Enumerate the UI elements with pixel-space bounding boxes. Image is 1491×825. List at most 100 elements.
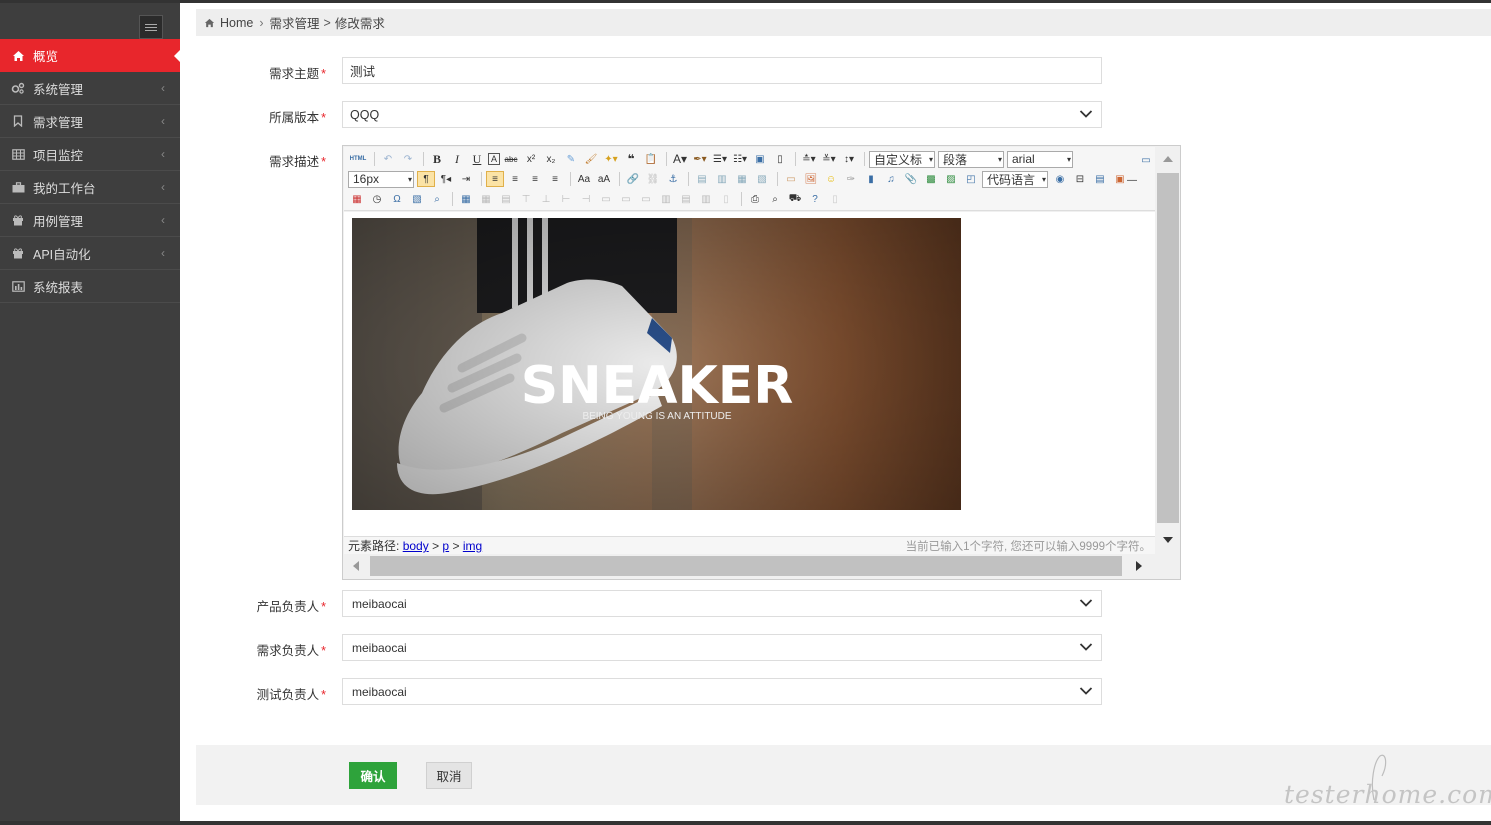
underline-button[interactable]: U bbox=[468, 151, 486, 167]
map-icon[interactable]: ▩ bbox=[922, 171, 940, 187]
font-family-select[interactable]: arial bbox=[1007, 150, 1073, 168]
select-all-icon[interactable]: ▣ bbox=[751, 151, 769, 167]
blockquote-icon[interactable]: ❝ bbox=[622, 151, 640, 167]
insert-col-icon[interactable]: ⊢ bbox=[557, 191, 575, 207]
time-icon[interactable]: ◷ bbox=[368, 191, 386, 207]
split-rows-icon[interactable]: ▤ bbox=[677, 191, 695, 207]
clear-format-icon[interactable]: 🖌 bbox=[582, 151, 600, 167]
attachment-icon[interactable]: 📎 bbox=[902, 171, 920, 187]
page-break-icon[interactable]: ⊟ bbox=[1071, 171, 1089, 187]
font-color-icon[interactable]: A▾ bbox=[671, 151, 689, 167]
sidebar-toggle-button[interactable] bbox=[139, 15, 163, 39]
merge-right-icon[interactable]: ▭ bbox=[617, 191, 635, 207]
sneaker-image[interactable]: SNEAKER BEING YOUNG IS AN ATTITUDE bbox=[352, 218, 961, 510]
insert-frame-icon[interactable]: ◰ bbox=[962, 171, 980, 187]
test-owner-select[interactable]: meibaocai bbox=[342, 678, 1102, 705]
scroll-left-icon[interactable] bbox=[352, 560, 360, 572]
spell-check-icon[interactable]: ▯ bbox=[826, 191, 844, 207]
scroll-right-icon[interactable] bbox=[1135, 560, 1143, 572]
gmap-icon[interactable]: ▨ bbox=[942, 171, 960, 187]
chart-icon[interactable]: ▯ bbox=[717, 191, 735, 207]
font-size-select[interactable]: 16px bbox=[348, 170, 414, 188]
align-center-icon[interactable]: ≡ bbox=[506, 171, 524, 187]
delete-col-icon[interactable]: ⊣ bbox=[577, 191, 595, 207]
requirement-owner-select[interactable]: meibaocai bbox=[342, 634, 1102, 661]
horizontal-rule-icon[interactable]: — bbox=[1123, 172, 1141, 188]
split-cells-icon[interactable]: ▥ bbox=[657, 191, 675, 207]
version-select[interactable]: QQQ bbox=[342, 101, 1102, 128]
auto-format-icon[interactable]: ✦▾ bbox=[602, 151, 620, 167]
background-color-icon[interactable]: ✒▾ bbox=[691, 151, 709, 167]
scroll-up-icon[interactable] bbox=[1162, 155, 1174, 163]
print-icon[interactable]: ⎙ bbox=[746, 191, 764, 207]
strikethrough-icon[interactable]: abc bbox=[502, 151, 520, 167]
row-spacing-bottom-icon[interactable]: ≚▾ bbox=[820, 151, 838, 167]
merge-cells-icon[interactable]: ▭ bbox=[597, 191, 615, 207]
italic-button[interactable]: I bbox=[448, 151, 466, 167]
emotion-icon[interactable]: ☺ bbox=[822, 171, 840, 187]
sidebar-item-overview[interactable]: 概览 bbox=[0, 39, 181, 72]
search-replace-icon[interactable]: ⌕ bbox=[428, 191, 446, 207]
ltr-direction-icon[interactable]: ¶ bbox=[417, 171, 435, 187]
font-border-icon[interactable]: A bbox=[488, 153, 500, 165]
clear-doc-icon[interactable]: ▯ bbox=[771, 151, 789, 167]
paragraph-format-select[interactable]: 段落 bbox=[938, 150, 1004, 168]
drafts-icon[interactable]: ⛟ bbox=[786, 191, 804, 207]
unlink-icon[interactable]: ⛓ bbox=[644, 171, 662, 187]
scrawl-icon[interactable]: ✑ bbox=[842, 171, 860, 187]
subscript-icon[interactable]: x₂ bbox=[542, 151, 560, 167]
to-lowercase-icon[interactable]: aA bbox=[595, 171, 613, 187]
help-icon[interactable]: ? bbox=[806, 191, 824, 207]
rtl-direction-icon[interactable]: ¶◂ bbox=[437, 171, 455, 187]
special-chars-icon[interactable]: Ω bbox=[388, 191, 406, 207]
indent-icon[interactable]: ⇥ bbox=[457, 171, 475, 187]
preview-icon[interactable]: ⌕ bbox=[766, 191, 784, 207]
sidebar-item-api-automation[interactable]: API自动化 ‹ bbox=[0, 237, 180, 270]
html-source-button[interactable]: HTML bbox=[348, 151, 368, 167]
image-right-icon[interactable]: ▦ bbox=[733, 171, 751, 187]
title-input[interactable] bbox=[342, 57, 1102, 84]
simple-upload-icon[interactable]: ▭ bbox=[782, 171, 800, 187]
split-cols-icon[interactable]: ▥ bbox=[697, 191, 715, 207]
word-image-icon[interactable]: ▧ bbox=[408, 191, 426, 207]
line-height-icon[interactable]: ↕▾ bbox=[840, 151, 858, 167]
align-right-icon[interactable]: ≡ bbox=[526, 171, 544, 187]
horizontal-scroll-thumb[interactable] bbox=[370, 556, 1122, 576]
music-icon[interactable]: ♫ bbox=[882, 171, 900, 187]
vertical-scrollbar[interactable] bbox=[1156, 147, 1180, 553]
row-spacing-top-icon[interactable]: ≛▾ bbox=[800, 151, 818, 167]
date-icon[interactable]: ▦ bbox=[348, 191, 366, 207]
unordered-list-icon[interactable]: ☷▾ bbox=[731, 151, 749, 167]
horizontal-scrollbar[interactable] bbox=[344, 554, 1155, 578]
vertical-scroll-thumb[interactable] bbox=[1157, 173, 1179, 523]
breadcrumb-home-link[interactable]: Home bbox=[220, 16, 253, 30]
undo-icon[interactable]: ↶ bbox=[379, 151, 397, 167]
paste-plain-icon[interactable]: 📋 bbox=[642, 151, 660, 167]
anchor-icon[interactable]: ⚓ bbox=[664, 171, 682, 187]
custom-heading-select[interactable]: 自定义标 bbox=[869, 150, 935, 168]
insert-table-icon[interactable]: ▦ bbox=[457, 191, 475, 207]
code-language-select[interactable]: 代码语言 bbox=[982, 170, 1048, 188]
path-p-link[interactable]: p bbox=[442, 539, 449, 553]
align-justify-icon[interactable]: ≡ bbox=[546, 171, 564, 187]
editor-content-area[interactable]: SNEAKER BEING YOUNG IS AN ATTITUDE bbox=[344, 212, 1155, 536]
insert-video-icon[interactable]: ▮ bbox=[862, 171, 880, 187]
sidebar-item-system-reports[interactable]: 系统报表 bbox=[0, 270, 180, 303]
sidebar-item-system-management[interactable]: 系统管理 ‹ bbox=[0, 72, 180, 105]
path-img-link[interactable]: img bbox=[463, 539, 482, 553]
redo-icon[interactable]: ↷ bbox=[399, 151, 417, 167]
delete-table-icon[interactable]: ▦ bbox=[477, 191, 495, 207]
delete-row-icon[interactable]: ⊥ bbox=[537, 191, 555, 207]
insert-row-icon[interactable]: ⊤ bbox=[517, 191, 535, 207]
merge-down-icon[interactable]: ▭ bbox=[637, 191, 655, 207]
sidebar-item-my-workbench[interactable]: 我的工作台 ‹ bbox=[0, 171, 180, 204]
insert-paragraph-before-table-icon[interactable]: ▤ bbox=[497, 191, 515, 207]
sidebar-item-case-management[interactable]: 用例管理 ‹ bbox=[0, 204, 180, 237]
to-uppercase-icon[interactable]: Aa bbox=[575, 171, 593, 187]
format-match-icon[interactable]: ✎ bbox=[562, 151, 580, 167]
path-body-link[interactable]: body bbox=[403, 539, 429, 553]
product-owner-select[interactable]: meibaocai bbox=[342, 590, 1102, 617]
superscript-icon[interactable]: x² bbox=[522, 151, 540, 167]
image-none-icon[interactable]: ▤ bbox=[693, 171, 711, 187]
bold-button[interactable]: B bbox=[428, 151, 446, 167]
